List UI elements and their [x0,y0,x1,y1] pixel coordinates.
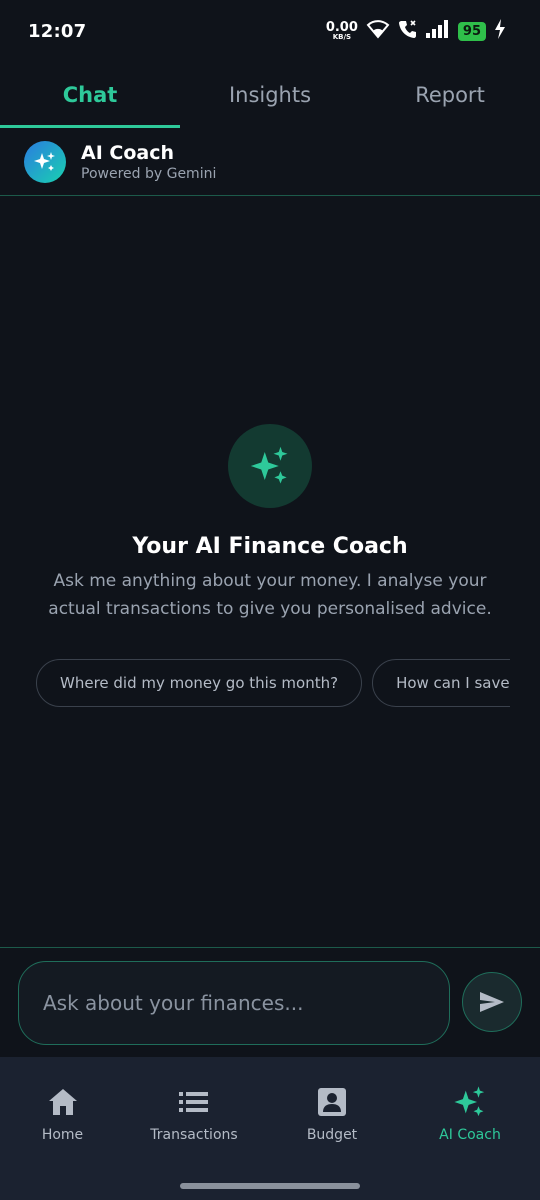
message-composer: Ask about your finances... [0,947,540,1057]
send-button[interactable] [462,972,522,1032]
tab-report[interactable]: Report [360,62,540,128]
budget-icon [315,1085,349,1119]
wifi-icon [366,19,390,43]
nav-label: AI Coach [439,1127,501,1143]
signal-icon [425,20,450,42]
suggestion-chip[interactable]: How can I save more? [372,659,510,707]
nav-budget[interactable]: Budget [263,1057,401,1200]
message-input[interactable]: Ask about your finances... [18,961,450,1045]
suggestion-chips[interactable]: Where did my money go this month? How ca… [36,659,510,707]
call-icon [398,19,418,43]
list-icon [177,1085,211,1119]
coach-title: AI Coach [81,141,174,164]
empty-state-description: Ask me anything about your money. I anal… [48,571,492,619]
coach-hero-icon [228,424,312,508]
nav-ai-coach[interactable]: AI Coach [401,1057,539,1200]
nav-label: Budget [306,1127,358,1143]
sparkles-icon [453,1085,487,1119]
coach-avatar [24,140,66,183]
nav-home[interactable]: Home [0,1057,125,1200]
top-tabs: Chat Insights Report [0,62,540,128]
send-icon [480,992,504,1012]
nav-label: Home [41,1127,84,1143]
tab-chat[interactable]: Chat [0,62,180,128]
suggestion-chip[interactable]: Where did my money go this month? [36,659,363,707]
charging-icon [494,19,506,43]
coach-header: AI Coach Powered by Gemini [0,128,540,196]
empty-state: Your AI Finance Coach Ask me anything ab… [0,424,540,623]
network-speed: 0.00 KB/S [326,21,358,41]
sparkles-icon [34,151,55,171]
battery-level: 95 [457,21,486,41]
network-speed-unit: KB/S [332,33,352,41]
status-icons: 0.00 KB/S 95 [326,19,506,43]
sparkles-icon [250,446,288,484]
nav-transactions[interactable]: Transactions [125,1057,263,1200]
status-time: 12:07 [28,20,87,42]
bottom-nav: Home Transactions Budget AI Coach [0,1057,540,1200]
tab-insights[interactable]: Insights [180,62,360,128]
coach-subtitle: Powered by Gemini [81,165,217,182]
nav-label: Transactions [150,1127,238,1143]
status-bar: 12:07 0.00 KB/S 95 [0,0,540,62]
home-icon [46,1085,80,1119]
home-indicator[interactable] [180,1183,360,1189]
empty-state-title: Your AI Finance Coach [132,534,408,559]
